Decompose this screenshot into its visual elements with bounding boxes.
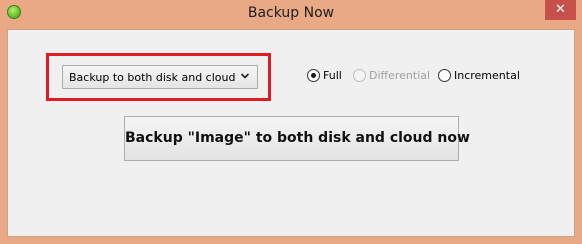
backup-mode-value: Backup to both disk and cloud xyxy=(69,71,236,84)
window-title: Backup Now xyxy=(247,5,335,21)
close-button[interactable]: ✕ xyxy=(545,0,576,20)
radio-incremental-indicator[interactable] xyxy=(438,69,451,82)
radio-full-indicator[interactable] xyxy=(307,69,320,82)
backup-now-window: Backup Now ✕ Backup to both disk and clo… xyxy=(0,0,582,244)
dialog-body: Backup to both disk and cloud Full Diffe… xyxy=(7,29,575,237)
backup-mode-dropdown[interactable]: Backup to both disk and cloud xyxy=(62,65,258,89)
radio-differential-indicator[interactable] xyxy=(353,69,366,82)
chevron-down-icon xyxy=(240,73,250,79)
close-icon: ✕ xyxy=(555,2,566,17)
title-bar[interactable]: Backup Now ✕ xyxy=(0,0,582,28)
radio-full-label: Full xyxy=(323,69,342,82)
radio-incremental-label: Incremental xyxy=(454,69,520,82)
backup-now-button[interactable]: Backup "Image" to both disk and cloud no… xyxy=(124,116,470,161)
radio-differential-label: Differential xyxy=(369,69,431,82)
